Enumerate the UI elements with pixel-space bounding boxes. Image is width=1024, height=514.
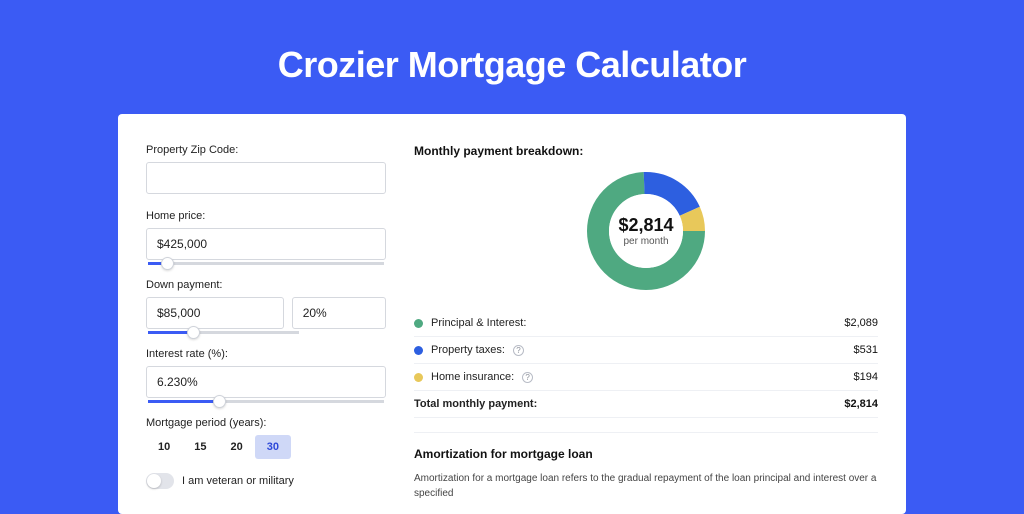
info-icon[interactable]: ? bbox=[513, 345, 524, 356]
down-payment-label: Down payment: bbox=[146, 279, 386, 291]
total-value: $2,814 bbox=[844, 398, 878, 410]
swatch-yellow bbox=[414, 373, 423, 382]
info-icon[interactable]: ? bbox=[522, 372, 533, 383]
legend-value: $2,089 bbox=[844, 317, 878, 329]
interest-rate-slider[interactable] bbox=[148, 400, 384, 403]
legend-home-insurance: Home insurance: ? $194 bbox=[414, 364, 878, 391]
calculator-card: Property Zip Code: Home price: Down paym… bbox=[118, 114, 906, 514]
swatch-blue bbox=[414, 346, 423, 355]
donut-amount: $2,814 bbox=[618, 215, 673, 236]
veteran-toggle-row: I am veteran or military bbox=[146, 473, 386, 489]
down-payment-input[interactable] bbox=[146, 297, 284, 329]
home-price-label: Home price: bbox=[146, 210, 386, 222]
swatch-green bbox=[414, 319, 423, 328]
breakdown-column: Monthly payment breakdown: $2,814 per mo… bbox=[386, 144, 878, 514]
veteran-toggle[interactable] bbox=[146, 473, 174, 489]
home-price-group: Home price: bbox=[146, 210, 386, 260]
amortization-title: Amortization for mortgage loan bbox=[414, 447, 878, 461]
form-column: Property Zip Code: Home price: Down paym… bbox=[146, 144, 386, 514]
veteran-label: I am veteran or military bbox=[182, 475, 294, 487]
period-20-button[interactable]: 20 bbox=[219, 435, 255, 459]
slider-thumb[interactable] bbox=[213, 395, 226, 408]
amortization-text: Amortization for a mortgage loan refers … bbox=[414, 471, 878, 501]
period-30-button[interactable]: 30 bbox=[255, 435, 291, 459]
legend-label: Property taxes: bbox=[431, 344, 505, 356]
down-payment-slider[interactable] bbox=[148, 331, 299, 334]
legend-label: Home insurance: bbox=[431, 371, 514, 383]
down-payment-group: Down payment: bbox=[146, 279, 386, 329]
donut-chart: $2,814 per month bbox=[585, 170, 707, 292]
legend-principal-interest: Principal & Interest: $2,089 bbox=[414, 310, 878, 337]
legend-label: Principal & Interest: bbox=[431, 317, 526, 329]
legend-value: $194 bbox=[854, 371, 878, 383]
donut-sub: per month bbox=[623, 236, 668, 247]
legend-value: $531 bbox=[854, 344, 878, 356]
donut-center: $2,814 per month bbox=[585, 170, 707, 292]
down-payment-pct-input[interactable] bbox=[292, 297, 386, 329]
toggle-knob bbox=[147, 474, 161, 488]
period-15-button[interactable]: 15 bbox=[182, 435, 218, 459]
legend-total: Total monthly payment: $2,814 bbox=[414, 391, 878, 418]
slider-fill bbox=[148, 400, 219, 403]
divider bbox=[414, 432, 878, 433]
legend-property-taxes: Property taxes: ? $531 bbox=[414, 337, 878, 364]
slider-thumb[interactable] bbox=[161, 257, 174, 270]
zip-input[interactable] bbox=[146, 162, 386, 194]
interest-rate-label: Interest rate (%): bbox=[146, 348, 386, 360]
zip-group: Property Zip Code: bbox=[146, 144, 386, 194]
interest-rate-group: Interest rate (%): bbox=[146, 348, 386, 398]
slider-thumb[interactable] bbox=[187, 326, 200, 339]
home-price-input[interactable] bbox=[146, 228, 386, 260]
total-label: Total monthly payment: bbox=[414, 398, 537, 410]
zip-label: Property Zip Code: bbox=[146, 144, 386, 156]
donut-chart-wrap: $2,814 per month bbox=[414, 170, 878, 292]
page-title: Crozier Mortgage Calculator bbox=[0, 0, 1024, 114]
breakdown-title: Monthly payment breakdown: bbox=[414, 144, 878, 158]
period-10-button[interactable]: 10 bbox=[146, 435, 182, 459]
home-price-slider[interactable] bbox=[148, 262, 384, 265]
mortgage-period-label: Mortgage period (years): bbox=[146, 417, 386, 429]
mortgage-period-group: 10 15 20 30 bbox=[146, 435, 386, 459]
interest-rate-input[interactable] bbox=[146, 366, 386, 398]
